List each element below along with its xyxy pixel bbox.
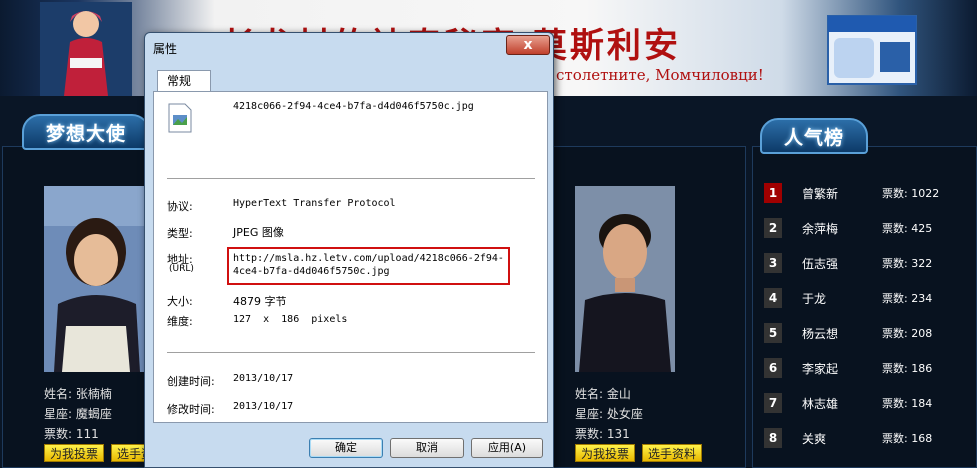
vote-button[interactable]: 为我投票 [44,444,105,462]
rank-row[interactable]: 2 余萍梅 票数: 425 [764,218,974,240]
rank-name[interactable]: 于龙 [802,290,826,307]
protocol-value: HyperText Transfer Protocol [233,198,396,209]
address-value-line1: http://msla.hz.letv.com/upload/4218c066-… [233,253,504,264]
rank-votes: 票数: 234 [882,292,933,305]
rank-number: 6 [764,358,782,378]
rank-row[interactable]: 1 曾繁新 票数: 1022 [764,183,974,205]
rank-votes: 票数: 208 [882,327,933,340]
rank-row[interactable]: 5 杨云想 票数: 208 [764,323,974,345]
rank-name[interactable]: 余萍梅 [802,220,838,237]
address-value-line2: 4ce4-b7fa-d4d046f5750c.jpg [233,266,390,277]
file-name: 4218c066-2f94-4ce4-b7fa-d4d046f5750c.jpg [233,101,474,112]
ok-button[interactable]: 确定 [309,438,383,458]
contestant-votes: 票数: 131 [575,427,630,441]
cancel-button[interactable]: 取消 [390,438,464,458]
rank-row[interactable]: 7 林志雄 票数: 184 [764,393,974,415]
rank-votes: 票数: 425 [882,222,933,235]
rank-number: 4 [764,288,782,308]
rank-votes: 票数: 186 [882,362,933,375]
dimensions-value: 127 x 186 pixels [233,314,348,325]
apply-button[interactable]: 应用(A) [471,438,543,458]
tab-general[interactable]: 常规 [157,70,211,92]
contestant-info-button[interactable]: 选手资料 [642,444,703,462]
rank-votes: 票数: 1022 [882,187,940,200]
rank-name[interactable]: 曾繁新 [802,185,838,202]
rank-votes: 票数: 322 [882,257,933,270]
rank-number: 5 [764,323,782,343]
separator [167,178,535,179]
created-value: 2013/10/17 [233,373,294,384]
popularity-rank-heading: 人气榜 [760,118,869,154]
dream-ambassador-heading: 梦想大使 [22,114,151,150]
rank-number: 2 [764,218,782,238]
contestant-sign: 星座: 处女座 [575,407,643,421]
size-label: 大小: [167,295,193,308]
rank-number: 7 [764,393,782,413]
type-value: JPEG 图像 [233,226,284,239]
contestant-photo[interactable] [44,186,144,372]
dialog-title: 属性 [153,42,178,56]
banner-subtitle: столетните, Момчиловци! [556,66,764,84]
rank-row[interactable]: 8 关爽 票数: 168 [764,428,974,450]
rank-name[interactable]: 李家起 [802,360,838,377]
rank-name[interactable]: 林志雄 [802,395,838,412]
modified-label: 修改时间: [167,403,215,416]
image-file-icon [168,103,192,133]
rank-number: 3 [764,253,782,273]
separator [167,352,535,353]
dimensions-label: 维度: [167,315,193,328]
size-value: 4879 字节 [233,295,287,308]
contestant-name: 姓名: 张楠楠 [44,387,112,401]
product-box-image [827,15,917,85]
created-label: 创建时间: [167,375,215,388]
rank-name[interactable]: 杨云想 [802,325,838,342]
modified-value: 2013/10/17 [233,401,294,412]
address-sublabel: (URL) [169,264,194,274]
close-button[interactable]: x [506,35,550,55]
rank-row[interactable]: 3 伍志强 票数: 322 [764,253,974,275]
vote-button[interactable]: 为我投票 [575,444,636,462]
rank-row[interactable]: 4 于龙 票数: 234 [764,288,974,310]
protocol-label: 协议: [167,200,193,213]
rank-name[interactable]: 伍志强 [802,255,838,272]
rank-votes: 票数: 184 [882,397,933,410]
type-label: 类型: [167,227,193,240]
banner-model-image [40,2,132,96]
contestant-votes: 票数: 111 [44,427,99,441]
rank-votes: 票数: 168 [882,432,933,445]
contestant-sign: 星座: 魔蝎座 [44,407,112,421]
rank-number: 8 [764,428,782,448]
properties-dialog: 属性 x 常规 4218c066-2f94-4ce4-b7fa-d4d046f5… [144,32,554,468]
contestant-photo[interactable] [575,186,675,372]
contestant-name: 姓名: 金山 [575,387,631,401]
rank-number: 1 [764,183,782,203]
rank-name[interactable]: 关爽 [802,430,826,447]
rank-row[interactable]: 6 李家起 票数: 186 [764,358,974,380]
